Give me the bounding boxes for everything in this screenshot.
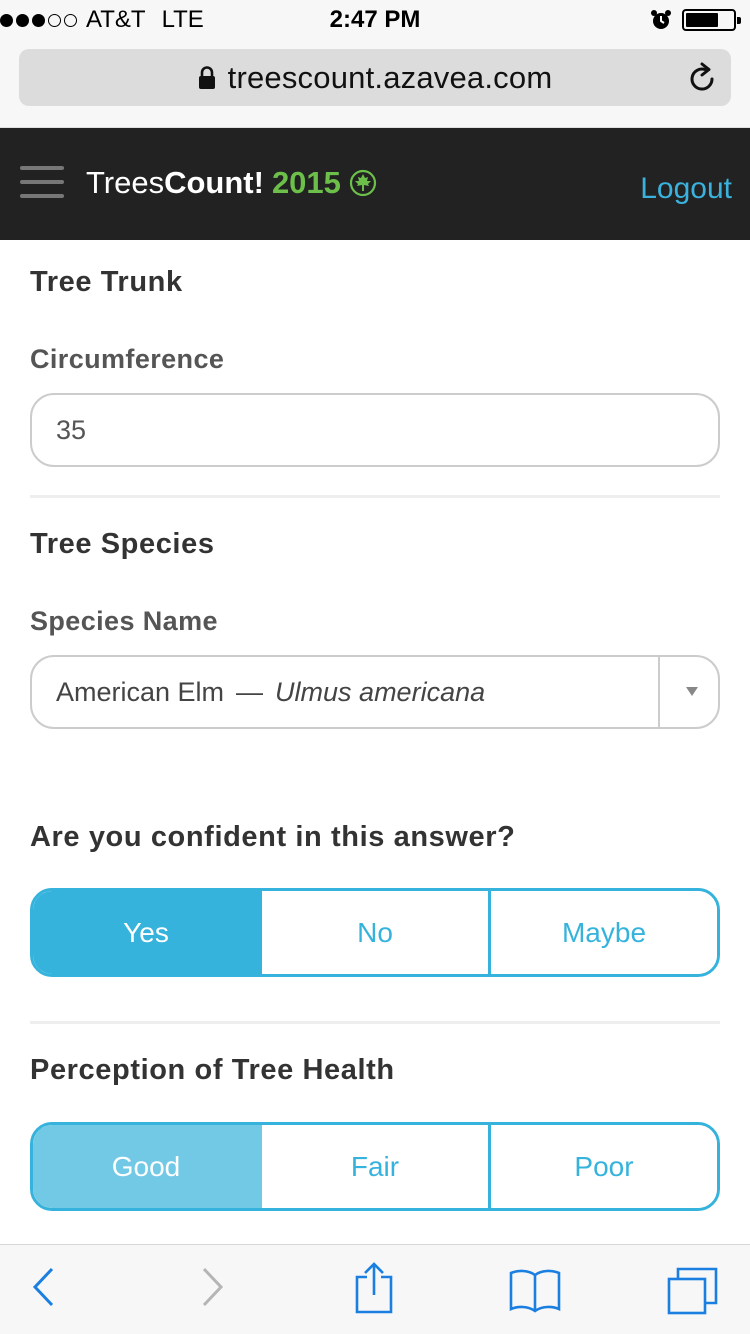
url-text: treescount.azavea.com [227, 59, 553, 95]
confidence-question: Are you confident in this answer? [30, 821, 516, 853]
confidence-segmented-control: Yes No Maybe [30, 888, 720, 977]
confidence-maybe-button[interactable]: Maybe [491, 891, 717, 974]
bookmarks-icon[interactable] [508, 1267, 562, 1318]
brand-year: 2015 [271, 165, 341, 200]
menu-line [20, 166, 64, 170]
confidence-yes-button[interactable]: Yes [33, 891, 262, 974]
alarm-icon [650, 9, 672, 31]
species-name-label: Species Name [30, 606, 218, 636]
status-bar: AT&T LTE 2:47 PM [0, 0, 750, 40]
address-bar[interactable]: treescount.azavea.com [19, 49, 731, 106]
share-icon[interactable] [354, 1261, 394, 1320]
circumference-input[interactable]: 35 [30, 393, 720, 467]
species-scientific-name: Ulmus americana [275, 676, 486, 707]
section-divider [30, 1021, 720, 1024]
back-icon[interactable] [30, 1265, 56, 1314]
battery-tip [737, 17, 741, 24]
tree-species-title: Tree Species [30, 528, 215, 560]
health-segmented-control: Good Fair Poor [30, 1122, 720, 1211]
dropdown-arrow-icon[interactable] [686, 687, 698, 696]
tree-health-title: Perception of Tree Health [30, 1054, 395, 1086]
section-divider [30, 495, 720, 498]
forward-icon[interactable] [200, 1265, 226, 1314]
lock-icon [198, 65, 216, 90]
menu-icon[interactable] [20, 166, 64, 200]
status-time: 2:47 PM [329, 6, 421, 33]
brand-name-light: Trees [86, 165, 165, 200]
menu-line [20, 194, 64, 198]
battery-icon [682, 9, 741, 31]
battery-fill [686, 13, 719, 27]
health-good-button[interactable]: Good [33, 1125, 262, 1208]
brand-name-bold: Count! [164, 165, 264, 200]
browser-toolbar [0, 1244, 750, 1334]
health-poor-button[interactable]: Poor [491, 1125, 717, 1208]
reload-icon[interactable] [687, 62, 717, 99]
tree-trunk-title: Tree Trunk [30, 266, 183, 298]
menu-line [20, 180, 64, 184]
address-content: treescount.azavea.com [19, 49, 731, 106]
status-right [650, 9, 741, 31]
select-divider [658, 657, 660, 727]
app-header: Trees Count! 2015 Logout [0, 128, 750, 240]
health-fair-button[interactable]: Fair [262, 1125, 491, 1208]
circumference-value: 35 [56, 414, 87, 445]
brand-logo[interactable]: Trees Count! 2015 [86, 165, 377, 201]
browser-address-area: treescount.azavea.com [0, 40, 750, 128]
circumference-label: Circumference [30, 344, 225, 374]
maple-leaf-icon [349, 169, 377, 197]
logout-link[interactable]: Logout [640, 172, 732, 206]
species-common-name: American Elm [56, 676, 225, 707]
tabs-icon[interactable] [666, 1265, 720, 1320]
confidence-no-button[interactable]: No [262, 891, 491, 974]
species-separator: — [236, 676, 264, 707]
species-select[interactable]: American Elm — Ulmus americana [30, 655, 720, 729]
species-selected-value: American Elm — Ulmus americana [56, 657, 485, 727]
